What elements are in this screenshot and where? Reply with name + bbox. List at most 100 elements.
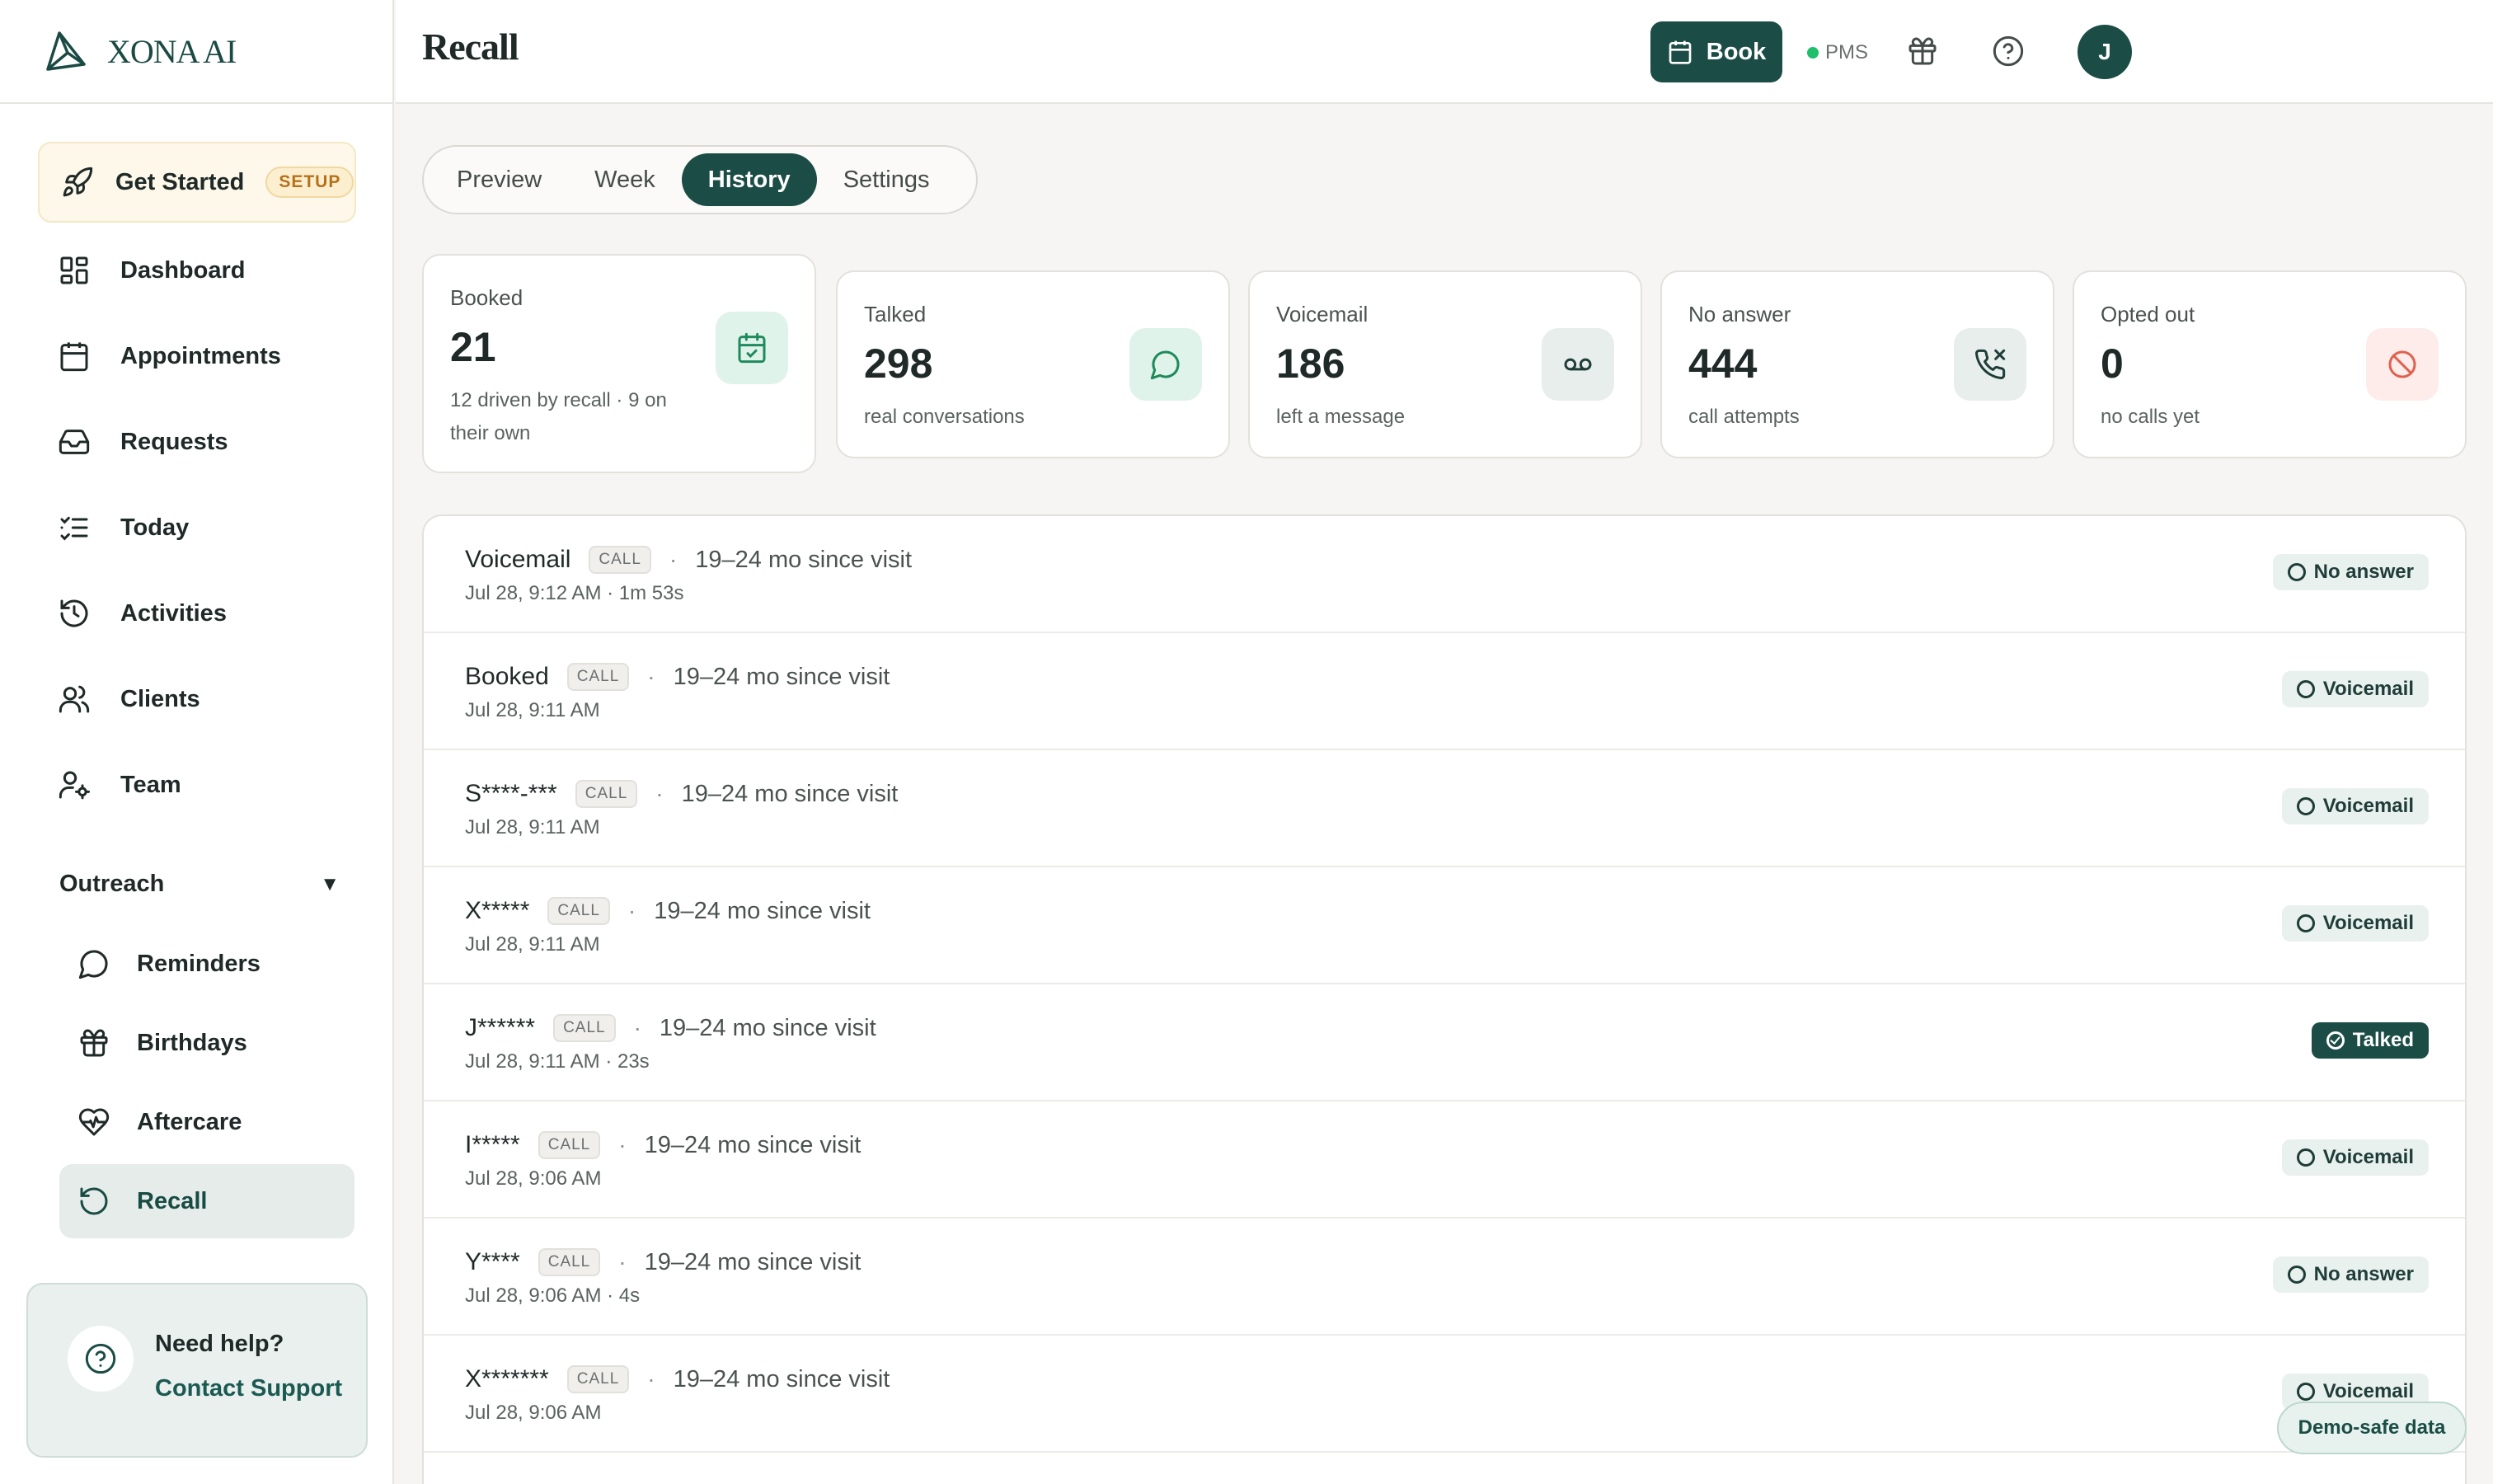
pms-status[interactable]: PMS	[1807, 41, 1868, 64]
sidebar-item-appointments[interactable]: Appointments	[58, 331, 281, 381]
get-started-label: Get Started	[115, 168, 245, 195]
sidebar-item-reminders[interactable]: Reminders	[59, 927, 354, 1001]
sidebar-item-label: Reminders	[137, 950, 261, 977]
row-meta: Jul 28, 9:11 AM	[465, 933, 600, 956]
status-label: Voicemail	[2322, 795, 2414, 817]
status-label: No answer	[2313, 561, 2414, 583]
sidebar-item-requests[interactable]: Requests	[58, 417, 228, 467]
tab-week[interactable]: Week	[568, 153, 682, 206]
sidebar-item-aftercare[interactable]: Aftercare	[59, 1085, 354, 1159]
separator: ·	[618, 1132, 627, 1158]
separator: ·	[655, 781, 664, 806]
users-icon	[59, 685, 90, 713]
stat-subtext: left a message	[1276, 406, 1406, 428]
sidebar-item-today[interactable]: Today	[58, 503, 189, 552]
history-row[interactable]: X******* CALL · 19–24 mo since visit Jul…	[424, 1336, 2465, 1453]
get-started-button[interactable]: Get Started SETUP	[38, 142, 356, 223]
stat-card-talked[interactable]: Talked 298 real conversations	[836, 270, 1230, 458]
history-row[interactable]: Booked CALL · 19–24 mo since visit Jul 2…	[424, 633, 2465, 750]
call-tag: CALL	[553, 1014, 616, 1042]
since-visit: 19–24 mo since visit	[673, 663, 890, 690]
contact-support-link[interactable]: Contact Support	[155, 1375, 342, 1402]
row-title: X******* CALL · 19–24 mo since visit	[465, 1365, 890, 1393]
outreach-section-toggle[interactable]: Outreach ▼	[59, 871, 340, 898]
stat-card-opted-out[interactable]: Opted out 0 no calls yet	[2073, 270, 2467, 458]
brand[interactable]: XONA AI	[0, 0, 392, 104]
since-visit: 19–24 mo since visit	[659, 1014, 876, 1041]
avatar[interactable]: J	[2078, 25, 2132, 79]
stat-label: No answer	[1688, 302, 1791, 326]
calendar-icon	[1669, 40, 1692, 64]
row-title: Voicemail CALL · 19–24 mo since visit	[465, 546, 912, 574]
sidebar-item-activities[interactable]: Activities	[58, 589, 227, 638]
row-name: I*****	[465, 1131, 520, 1158]
pms-status-dot-icon	[1807, 47, 1819, 59]
gift-icon[interactable]	[1906, 35, 1939, 68]
row-meta: Jul 28, 9:11 AM	[465, 699, 600, 721]
sidebar: XONA AI Get Started SETUP Dashboard Appo…	[0, 0, 394, 1484]
brand-name: XONA AI	[107, 32, 237, 70]
gift-icon	[80, 1029, 108, 1057]
history-row[interactable]: X***** CALL · 19–24 mo since visit Jul 2…	[424, 867, 2465, 984]
sidebar-item-label: Requests	[120, 428, 228, 455]
help-circle-icon[interactable]	[1992, 35, 2025, 68]
circle-icon	[2296, 797, 2315, 815]
phone-missed-icon	[1975, 349, 2006, 379]
call-tag: CALL	[566, 663, 630, 691]
sidebar-item-label: Birthdays	[137, 1029, 247, 1056]
history-row[interactable]: S****-*** CALL · 19–24 mo since visit Ju…	[424, 750, 2465, 867]
history-row[interactable]: J****** CALL · 19–24 mo since visit Jul …	[424, 984, 2465, 1101]
book-button[interactable]: Book	[1650, 21, 1782, 82]
call-tag: CALL	[538, 1131, 601, 1159]
stat-card-booked[interactable]: Booked 21 12 driven by recall · 9 on the…	[422, 254, 816, 473]
circle-icon	[2296, 680, 2315, 698]
rocket-icon	[63, 167, 93, 197]
top-bar: Recall Book PMS J	[396, 0, 2493, 104]
stat-value: 0	[2101, 340, 2124, 387]
stat-subtext: call attempts	[1688, 406, 1800, 428]
demo-safe-data-badge[interactable]: Demo-safe data	[2277, 1402, 2467, 1454]
stat-subtext: no calls yet	[2101, 406, 2200, 428]
status-badge: Voicemail	[2281, 671, 2429, 707]
sidebar-item-birthdays[interactable]: Birthdays	[59, 1006, 354, 1080]
history-icon	[60, 599, 88, 627]
caret-down-icon: ▼	[320, 872, 340, 895]
status-badge: No answer	[2272, 1256, 2429, 1293]
row-name: X*******	[465, 1365, 549, 1392]
voicemail-icon	[1564, 358, 1592, 371]
separator: ·	[618, 1249, 627, 1275]
sidebar-item-recall[interactable]: Recall	[59, 1164, 354, 1238]
history-row[interactable]: I***** CALL · 19–24 mo since visit Jul 2…	[424, 1101, 2465, 1219]
tab-settings[interactable]: Settings	[817, 153, 956, 206]
sidebar-item-team[interactable]: Team	[58, 760, 181, 810]
stat-icon-box	[1542, 328, 1614, 401]
separator: ·	[647, 1366, 655, 1392]
row-title: Booked CALL · 19–24 mo since visit	[465, 663, 890, 691]
stat-value: 298	[864, 340, 933, 387]
sidebar-item-clients[interactable]: Clients	[58, 674, 200, 724]
stat-card-voicemail[interactable]: Voicemail 186 left a message	[1248, 270, 1642, 458]
separator: ·	[633, 1015, 641, 1040]
call-tag: CALL	[547, 897, 610, 925]
call-tag: CALL	[538, 1248, 601, 1276]
check-circle-icon	[2326, 1031, 2345, 1050]
stat-icon-box	[2366, 328, 2439, 401]
status-label: Voicemail	[2322, 1380, 2414, 1402]
row-name: J******	[465, 1014, 536, 1041]
row-title: Y**** CALL · 19–24 mo since visit	[465, 1248, 861, 1276]
history-row[interactable]: Voicemail CALL · 19–24 mo since visit Ju…	[424, 516, 2465, 633]
row-meta: Jul 28, 9:11 AM	[465, 816, 600, 838]
stat-card-no-answer[interactable]: No answer 444 call attempts	[1660, 270, 2054, 458]
call-tag: CALL	[575, 780, 638, 808]
sidebar-item-label: Today	[120, 514, 190, 541]
circle-icon	[2296, 914, 2315, 932]
row-title: X***** CALL · 19–24 mo since visit	[465, 897, 871, 925]
history-row[interactable]: Y**** CALL · 19–24 mo since visit Jul 28…	[424, 1219, 2465, 1336]
tab-preview[interactable]: Preview	[430, 153, 568, 206]
stat-value: 21	[450, 324, 496, 370]
row-meta: Jul 28, 9:06 AM · 4s	[465, 1284, 641, 1307]
sidebar-item-dashboard[interactable]: Dashboard	[58, 246, 245, 295]
heart-pulse-icon	[78, 1108, 110, 1136]
sidebar-item-label: Team	[120, 771, 181, 798]
tab-history[interactable]: History	[681, 153, 817, 206]
